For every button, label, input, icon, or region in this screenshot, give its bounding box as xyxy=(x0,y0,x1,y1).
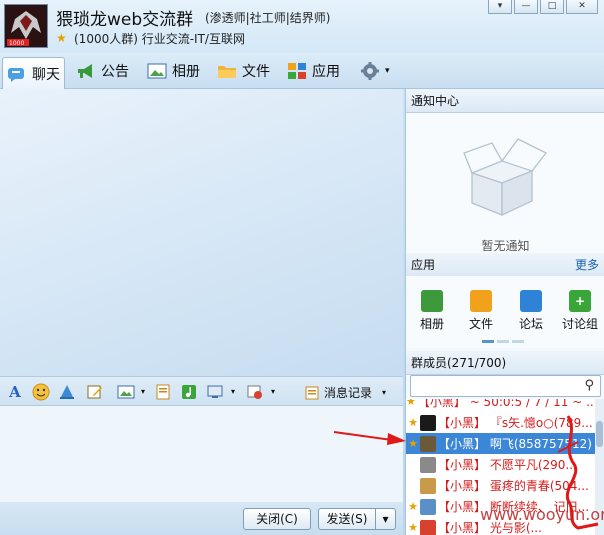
tab-files-label: 文件 xyxy=(242,64,270,80)
no-notice-text: 暂无通知 xyxy=(481,239,530,253)
member-name: 【小黑】 ~ 50:0:5 / 7 / 11 ~ ... xyxy=(417,399,596,409)
tab-album-label: 相册 xyxy=(172,64,200,80)
send-button[interactable]: 发送(S) ▾ xyxy=(318,508,396,530)
app-album[interactable]: 相册 xyxy=(410,290,454,332)
members-title: 群成员(271/700) xyxy=(406,351,604,375)
emoji-icon[interactable] xyxy=(32,383,50,401)
search-icon[interactable]: ⚲ xyxy=(584,378,594,393)
more-apps-link[interactable]: 更多 xyxy=(575,253,599,277)
app-forum[interactable]: 论坛 xyxy=(509,290,553,332)
window-header: 1000 猥琐龙web交流群 (渗透师|社工师|结界师) ★ (1000人群) … xyxy=(0,0,604,53)
forum-icon xyxy=(520,290,542,312)
apps-grid-icon xyxy=(288,63,306,79)
avatar xyxy=(420,498,436,515)
document-icon[interactable] xyxy=(154,383,172,401)
chat-message-area[interactable] xyxy=(0,89,403,376)
chevron-down-icon[interactable]: ▾ xyxy=(134,383,152,401)
plus-icon: + xyxy=(569,290,591,312)
group-avatar[interactable]: 1000 xyxy=(4,4,48,48)
star-icon: ★ xyxy=(408,416,418,429)
send-button-label: 发送(S) xyxy=(326,512,368,526)
star-icon: ★ xyxy=(406,399,416,408)
dropdown-icon[interactable]: ▾ xyxy=(488,0,512,14)
avatar xyxy=(420,477,436,494)
main-toolbar: 聊天 公告 相册 文件 应用 ▾ xyxy=(0,53,604,89)
screenshot-icon[interactable] xyxy=(206,383,224,401)
tab-album[interactable]: 相册 xyxy=(143,57,204,85)
megaphone-icon xyxy=(78,64,92,78)
tab-announcement[interactable]: 公告 xyxy=(72,57,133,85)
bottom-bar: 关闭(C) 发送(S) ▾ xyxy=(0,502,403,535)
input-toolbar: A ▾ ▾ ▾ 消息记录 ▾ xyxy=(0,376,403,406)
apps-panel: 相册 文件 论坛 + 讨论组 xyxy=(406,276,604,348)
page-dot[interactable] xyxy=(497,340,509,343)
folder-icon xyxy=(470,290,492,312)
avatar xyxy=(420,519,436,535)
tab-apps[interactable]: 应用 xyxy=(283,57,344,85)
group-tags: (渗透师|社工师|结界师) xyxy=(205,11,331,25)
app-discussion[interactable]: + 讨论组 xyxy=(558,290,602,332)
star-icon: ★ xyxy=(408,500,418,513)
close-button[interactable]: 关闭(C) xyxy=(243,508,311,530)
tab-chat[interactable]: 聊天 xyxy=(2,57,65,89)
page-dot[interactable] xyxy=(482,340,494,343)
settings-menu[interactable]: ▾ xyxy=(356,57,394,85)
notice-center-title: 通知中心 xyxy=(406,89,604,113)
photo-album-icon xyxy=(421,290,443,312)
image-icon[interactable] xyxy=(117,383,135,401)
member-search-input[interactable]: ⚲ xyxy=(410,375,601,397)
watermark-text: www.wooyun.org xyxy=(480,505,604,524)
tab-chat-label: 聊天 xyxy=(32,66,60,83)
app-discussion-label: 讨论组 xyxy=(561,317,598,331)
avatar xyxy=(420,414,436,431)
maximize-icon[interactable]: □ xyxy=(540,0,564,14)
tab-announcement-label: 公告 xyxy=(101,64,129,80)
app-files-label: 文件 xyxy=(468,317,493,331)
annotation-arrow-icon xyxy=(333,431,406,445)
member-row[interactable]: ★ 【小黑】 ~ 50:0:5 / 7 / 11 ~ ... xyxy=(406,399,596,412)
message-record-button[interactable]: 消息记录 ▾ xyxy=(304,384,386,401)
star-icon: ★ xyxy=(408,437,418,450)
chevron-down-icon: ▾ xyxy=(382,388,387,397)
tab-apps-label: 应用 xyxy=(312,64,340,80)
star-icon: ★ xyxy=(56,31,67,45)
app-forum-label: 论坛 xyxy=(518,317,543,331)
chevron-down-icon[interactable]: ▾ xyxy=(264,383,282,401)
chevron-down-icon[interactable]: ▾ xyxy=(224,383,242,401)
avatar xyxy=(420,435,436,452)
chevron-down-icon: ▾ xyxy=(385,66,390,76)
avatar-badge: 1000 xyxy=(9,40,24,47)
empty-box-icon xyxy=(463,138,547,217)
tab-files[interactable]: 文件 xyxy=(213,57,274,85)
close-icon[interactable]: ✕ xyxy=(566,0,598,14)
minimize-icon[interactable]: — xyxy=(514,0,538,14)
apps-title-label: 应用 xyxy=(411,258,436,272)
page-dot[interactable] xyxy=(512,340,524,343)
apps-panel-title: 应用 更多 xyxy=(406,253,604,277)
app-album-label: 相册 xyxy=(419,317,444,331)
shake-icon[interactable] xyxy=(58,383,76,401)
window-controls: ▾ — □ ✕ xyxy=(488,0,598,14)
star-icon: ★ xyxy=(408,521,418,534)
app-files[interactable]: 文件 xyxy=(459,290,503,332)
chevron-down-icon[interactable]: ▾ xyxy=(375,509,395,529)
message-record-icon xyxy=(305,386,319,399)
photo-album-icon xyxy=(147,63,167,79)
gear-icon xyxy=(361,62,379,80)
folder-icon xyxy=(218,66,236,78)
avatar xyxy=(420,456,436,473)
group-description: (1000人群) 行业交流-IT/互联网 xyxy=(74,32,245,46)
music-icon[interactable] xyxy=(180,383,198,401)
page-indicator xyxy=(482,340,524,343)
message-input[interactable] xyxy=(0,406,403,502)
font-icon[interactable]: A xyxy=(6,383,24,401)
edit-note-icon[interactable] xyxy=(86,383,104,401)
notice-center: 暂无通知 xyxy=(406,113,604,259)
history-icon[interactable] xyxy=(246,383,264,401)
message-record-label: 消息记录 xyxy=(324,386,373,400)
group-name: 猥琐龙web交流群 xyxy=(56,10,194,30)
chat-bubble-icon xyxy=(8,67,24,82)
